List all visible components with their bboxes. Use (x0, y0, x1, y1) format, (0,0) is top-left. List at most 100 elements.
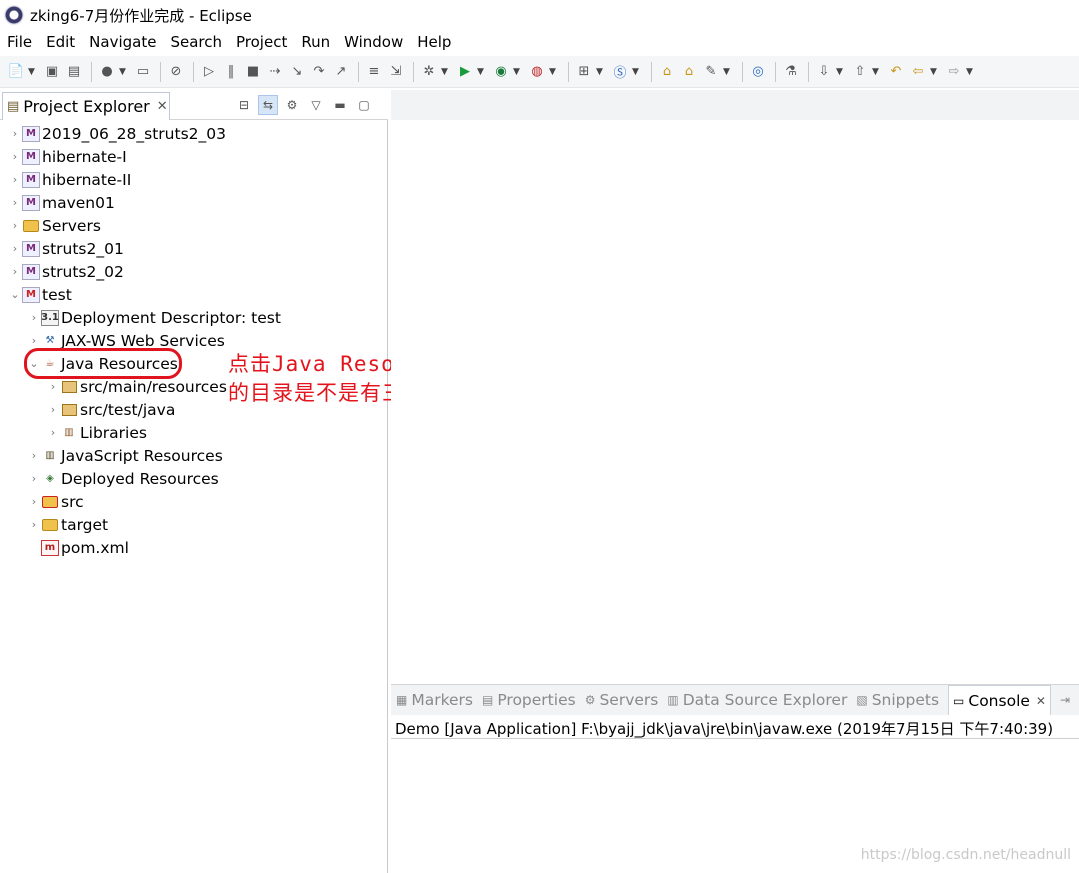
tree-item[interactable]: › M struts2_02 (8, 260, 124, 283)
new-class-icon[interactable]: Ⓢ (610, 62, 630, 82)
forward-icon[interactable]: ⇨ (944, 62, 964, 82)
menu-edit[interactable]: Edit (46, 33, 75, 51)
chevron-right-icon[interactable]: › (8, 173, 22, 186)
new-java-project-icon[interactable]: ⊞ (574, 62, 594, 82)
view-menu-icon[interactable]: ▽ (306, 95, 326, 115)
tree-item[interactable]: › M struts2_01 (8, 237, 124, 260)
step-into-icon[interactable]: ↘ (287, 62, 307, 82)
tab-markers[interactable]: ▦ Markers (396, 691, 473, 709)
chevron-right-icon[interactable]: › (8, 265, 22, 278)
previous-annotation-icon[interactable]: ⇧ (850, 62, 870, 82)
step-over-icon[interactable]: ↷ (309, 62, 329, 82)
chevron-right-icon[interactable]: › (27, 495, 41, 508)
debug-dropdown-icon[interactable]: ▼ (441, 67, 451, 77)
coverage-dropdown-icon[interactable]: ▼ (513, 67, 523, 77)
save-all-icon[interactable]: ▤ (64, 62, 84, 82)
menu-project[interactable]: Project (236, 33, 287, 51)
chevron-right-icon[interactable]: › (27, 518, 41, 531)
step-return-icon[interactable]: ↗ (331, 62, 351, 82)
menu-run[interactable]: Run (301, 33, 330, 51)
external-tools-icon[interactable]: ◍ (527, 62, 547, 82)
tab-console[interactable]: ▭ Console ✕ (948, 685, 1051, 715)
tree-item[interactable]: › ▥ JavaScript Resources (27, 444, 223, 467)
chevron-right-icon[interactable]: › (27, 449, 41, 462)
menu-search[interactable]: Search (170, 33, 222, 51)
chevron-down-icon[interactable]: ⌄ (27, 357, 41, 370)
link-with-editor-icon[interactable]: ⇆ (258, 95, 278, 115)
next-annotation-dropdown-icon[interactable]: ▼ (836, 67, 846, 77)
last-edit-location-icon[interactable]: ↶ (886, 62, 906, 82)
web-browser-icon[interactable]: ◎ (748, 62, 768, 82)
chevron-right-icon[interactable]: › (46, 403, 60, 416)
tree-item[interactable]: › target (27, 513, 108, 536)
minimize-icon[interactable]: ▬ (330, 95, 350, 115)
tree-item[interactable]: m pom.xml (27, 536, 129, 559)
open-folder-icon[interactable]: ⌂ (679, 62, 699, 82)
new-java-project-dropdown-icon[interactable]: ▼ (596, 67, 606, 77)
new-icon[interactable]: 📄 (6, 62, 26, 82)
disconnect-icon[interactable]: ⇢ (265, 62, 285, 82)
tab-servers[interactable]: ⚙ Servers (585, 691, 659, 709)
close-icon[interactable]: ✕ (1036, 694, 1046, 708)
chevron-right-icon[interactable]: › (27, 311, 41, 324)
next-annotation-icon[interactable]: ⇩ (814, 62, 834, 82)
search-dropdown-icon[interactable]: ▼ (723, 67, 733, 77)
tab-overflow[interactable]: ⇥ (1060, 693, 1074, 707)
tree-item[interactable]: ⌄ M test (8, 283, 71, 306)
chevron-right-icon[interactable]: › (27, 334, 41, 347)
tree-item[interactable]: › src (27, 490, 84, 513)
maximize-icon[interactable]: ▢ (354, 95, 374, 115)
tree-item[interactable]: › src/main/resources (46, 375, 227, 398)
back-icon[interactable]: ⇦ (908, 62, 928, 82)
editor-area[interactable] (391, 90, 1079, 682)
new-class-dropdown-icon[interactable]: ▼ (632, 67, 642, 77)
search-tool-icon[interactable]: ✎ (701, 62, 721, 82)
tree-item[interactable]: › ◈ Deployed Resources (27, 467, 219, 490)
filters-icon[interactable]: ⚙ (282, 95, 302, 115)
tree-item[interactable]: ⌄ ☕ Java Resources (27, 352, 177, 375)
tree-item[interactable]: › M maven01 (8, 191, 115, 214)
forward-dropdown-icon[interactable]: ▼ (966, 67, 976, 77)
chevron-right-icon[interactable]: › (27, 472, 41, 485)
use-step-filters-icon[interactable]: ≡ (364, 62, 384, 82)
run-icon[interactable]: ▶ (455, 62, 475, 82)
menu-navigate[interactable]: Navigate (89, 33, 156, 51)
resume-icon[interactable]: ▷ (199, 62, 219, 82)
chevron-right-icon[interactable]: › (46, 380, 60, 393)
new-dropdown-icon[interactable]: ▼ (28, 67, 38, 77)
tree-item[interactable]: › 3.1 Deployment Descriptor: test (27, 306, 281, 329)
profile-icon[interactable]: ● (97, 62, 117, 82)
tree-item[interactable]: › src/test/java (46, 398, 176, 421)
menu-help[interactable]: Help (417, 33, 451, 51)
chevron-right-icon[interactable]: › (46, 426, 60, 439)
chevron-right-icon[interactable]: › (8, 242, 22, 255)
ant-icon[interactable]: ⚗ (781, 62, 801, 82)
tab-data-source-explorer[interactable]: ▥ Data Source Explorer (667, 691, 847, 709)
chevron-right-icon[interactable]: › (8, 219, 22, 232)
chevron-down-icon[interactable]: ⌄ (8, 288, 22, 301)
menu-window[interactable]: Window (344, 33, 403, 51)
tree-item[interactable]: › M 2019_06_28_struts2_03 (8, 122, 226, 145)
tab-snippets[interactable]: ▧ Snippets (856, 691, 939, 709)
save-icon[interactable]: ▣ (42, 62, 62, 82)
collapse-all-icon[interactable]: ⊟ (234, 95, 254, 115)
tree-item[interactable]: › Servers (8, 214, 101, 237)
close-icon[interactable]: ✕ (157, 99, 168, 114)
terminal-icon[interactable]: ▭ (133, 62, 153, 82)
external-tools-dropdown-icon[interactable]: ▼ (549, 67, 559, 77)
drop-to-frame-icon[interactable]: ⇲ (386, 62, 406, 82)
coverage-icon[interactable]: ◉ (491, 62, 511, 82)
chevron-right-icon[interactable]: › (8, 127, 22, 140)
terminate-icon[interactable]: ■ (243, 62, 263, 82)
back-dropdown-icon[interactable]: ▼ (930, 67, 940, 77)
profile-dropdown-icon[interactable]: ▼ (119, 67, 129, 77)
tree-item[interactable]: › M hibernate-II (8, 168, 131, 191)
chevron-right-icon[interactable]: › (8, 150, 22, 163)
previous-annotation-dropdown-icon[interactable]: ▼ (872, 67, 882, 77)
chevron-right-icon[interactable]: › (8, 196, 22, 209)
run-dropdown-icon[interactable]: ▼ (477, 67, 487, 77)
tab-project-explorer[interactable]: ▤ Project Explorer ✕ (2, 92, 170, 120)
tree-item[interactable]: › M hibernate-I (8, 145, 127, 168)
tree-item[interactable]: › ⚒ JAX-WS Web Services (27, 329, 225, 352)
tab-properties[interactable]: ▤ Properties (482, 691, 576, 709)
